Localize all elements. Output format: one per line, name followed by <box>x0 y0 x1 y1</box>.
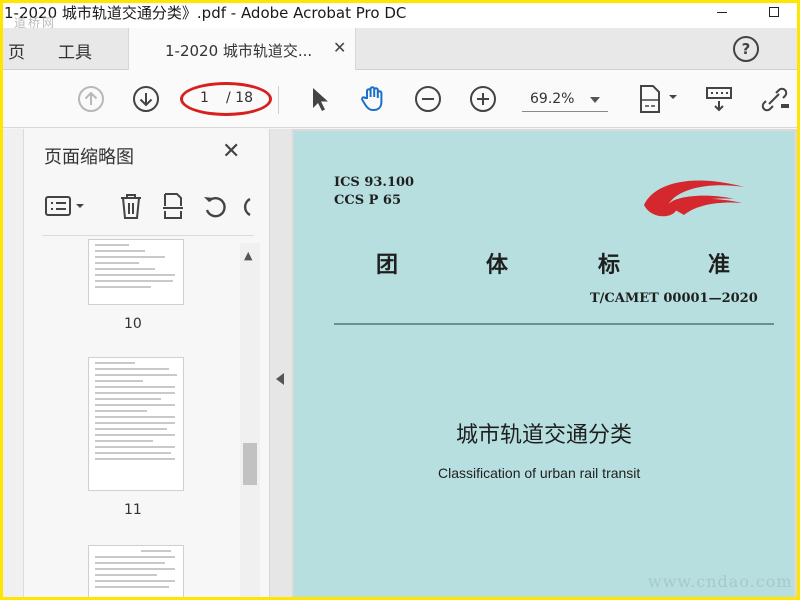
previous-page-button[interactable] <box>74 82 108 116</box>
standard-type-char: 团 <box>376 252 399 278</box>
page-thumbnail[interactable] <box>88 545 184 600</box>
link-button[interactable] <box>758 82 792 116</box>
arrow-up-circle-icon <box>78 86 104 112</box>
zoom-value: 69.2% <box>530 91 575 107</box>
scrollbar-thumb[interactable] <box>243 443 257 485</box>
document-view: ICS 93.100 CCS P 65 团 体 标 准 T/CAMET 0000… <box>292 129 800 600</box>
hand-icon <box>361 86 383 111</box>
toolbar: 1 / 18 69.2% <box>0 70 800 128</box>
close-icon[interactable]: ✕ <box>333 38 346 57</box>
zoom-out-button[interactable] <box>411 82 445 116</box>
redo-icon <box>243 197 251 217</box>
fit-page-icon <box>640 85 677 113</box>
zoom-select[interactable]: 69.2% <box>522 88 608 112</box>
scroll-mode-icon <box>706 87 732 112</box>
help-icon[interactable]: ? <box>733 36 759 62</box>
chevron-down-icon <box>590 97 600 103</box>
close-icon[interactable]: ✕ <box>222 139 240 164</box>
zoom-out-icon <box>415 86 441 112</box>
menu-page[interactable]: 页 <box>8 38 25 63</box>
link-icon <box>761 87 789 112</box>
panel-collapse-handle[interactable] <box>270 129 292 600</box>
trash-icon <box>121 194 141 219</box>
chevron-left-icon <box>276 373 284 385</box>
title-bar: 1-2020 城市轨道交通分类》.pdf - Adobe Acrobat Pro… <box>0 0 800 30</box>
panel-title: 页面缩略图 <box>44 147 134 168</box>
chevron-up-icon[interactable]: ▲ <box>244 249 252 262</box>
ccs-code: CCS P 65 <box>334 193 401 208</box>
document-title-cn: 城市轨道交通分类 <box>456 423 633 448</box>
left-nav-strip <box>0 129 24 600</box>
maximize-button[interactable] <box>756 0 792 24</box>
panel-divider <box>42 235 254 236</box>
highlight-ellipse <box>180 82 272 116</box>
fit-page-button[interactable] <box>634 82 680 116</box>
pointer-icon <box>313 88 328 111</box>
standard-logo <box>644 180 744 217</box>
zoom-in-icon <box>470 86 496 112</box>
pdf-page: ICS 93.100 CCS P 65 团 体 标 准 T/CAMET 0000… <box>294 131 794 600</box>
standard-type-char: 体 <box>486 252 509 278</box>
options-icon <box>45 196 84 216</box>
redo-button[interactable] <box>236 189 256 223</box>
extract-icon <box>163 193 183 219</box>
arrow-down-circle-icon <box>133 86 159 112</box>
page-thumbnails-panel: 页面缩略图 ✕ 10 11 ▲ <box>24 129 270 600</box>
undo-button[interactable] <box>198 189 232 223</box>
standard-type-char: 准 <box>708 252 731 278</box>
page-thumbnail[interactable] <box>88 239 184 305</box>
window-title: 1-2020 城市轨道交通分类》.pdf - Adobe Acrobat Pro… <box>4 4 407 22</box>
minimize-button[interactable] <box>704 0 740 24</box>
document-title-en: Classification of urban rail transit <box>438 465 641 481</box>
page-thumbnail-number: 11 <box>124 502 142 518</box>
delete-page-button[interactable] <box>114 189 148 223</box>
standard-code: T/CAMET 00001—2020 <box>590 291 758 306</box>
header-rule <box>334 323 774 325</box>
tab-document[interactable]: 1-2020 城市轨道交... ✕ <box>128 28 356 70</box>
menu-tools[interactable]: 工具 <box>58 38 92 63</box>
page-thumbnail-number: 10 <box>124 316 142 332</box>
hand-tool-button[interactable] <box>356 82 390 116</box>
panel-options-button[interactable] <box>42 189 90 223</box>
tab-document-label: 1-2020 城市轨道交... <box>165 42 313 60</box>
select-tool-button[interactable] <box>302 82 336 116</box>
watermark: www.cndao.com <box>648 572 793 591</box>
undo-icon <box>204 196 226 218</box>
next-page-button[interactable] <box>129 82 163 116</box>
scroll-mode-button[interactable] <box>702 82 736 116</box>
standard-type-char: 标 <box>598 252 621 278</box>
ics-code: ICS 93.100 <box>334 175 415 190</box>
toolbar-divider <box>278 86 279 114</box>
tab-bar: 页 工具 1-2020 城市轨道交... ✕ ? <box>0 28 800 70</box>
extract-page-button[interactable] <box>156 189 190 223</box>
page-thumbnail[interactable] <box>88 357 184 491</box>
zoom-in-button[interactable] <box>466 82 500 116</box>
thumbnail-scrollbar[interactable]: ▲ <box>240 243 260 600</box>
